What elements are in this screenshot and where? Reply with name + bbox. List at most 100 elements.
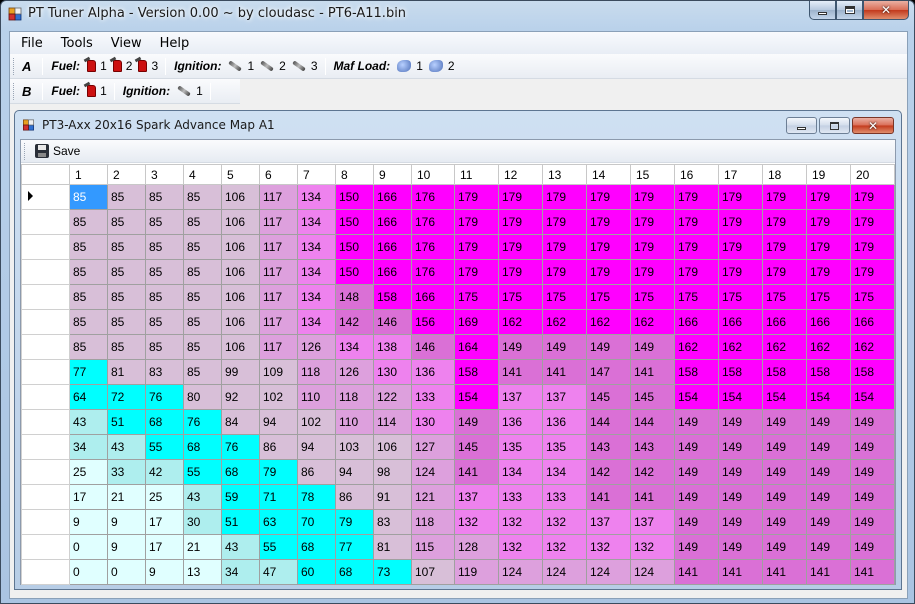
grid-cell[interactable]: 71 xyxy=(259,484,298,510)
grid-cell[interactable]: 179 xyxy=(454,184,499,210)
grid-cell[interactable]: 99 xyxy=(221,359,260,385)
grid-cell[interactable]: 179 xyxy=(674,234,719,260)
grid-cell[interactable]: 79 xyxy=(335,509,374,535)
grid-cell[interactable]: 91 xyxy=(373,484,412,510)
grid-cell[interactable]: 103 xyxy=(335,434,374,460)
column-header[interactable]: 18 xyxy=(762,164,807,185)
grid-cell[interactable]: 86 xyxy=(297,459,336,485)
grid-cell[interactable]: 78 xyxy=(297,484,336,510)
maf-a2-button[interactable]: 2 xyxy=(426,59,458,73)
grid-cell[interactable]: 158 xyxy=(454,359,499,385)
grid-cell[interactable]: 179 xyxy=(586,209,631,235)
row-header[interactable] xyxy=(21,259,70,285)
grid-cell[interactable]: 106 xyxy=(221,234,260,260)
grid-cell[interactable]: 42 xyxy=(145,459,184,485)
grid-cell[interactable]: 134 xyxy=(297,259,336,285)
toolbar-grip[interactable] xyxy=(13,82,16,100)
grid-cell[interactable]: 85 xyxy=(107,234,146,260)
grid-cell[interactable]: 149 xyxy=(762,534,807,560)
grid-cell[interactable]: 79 xyxy=(259,459,298,485)
grid-cell[interactable]: 145 xyxy=(454,434,499,460)
grid-cell[interactable]: 166 xyxy=(373,184,412,210)
grid-cell[interactable]: 107 xyxy=(411,559,455,585)
grid-cell[interactable]: 149 xyxy=(850,409,895,435)
grid-cell[interactable]: 149 xyxy=(674,409,719,435)
grid-cell[interactable]: 133 xyxy=(542,484,587,510)
column-header[interactable]: 10 xyxy=(411,164,455,185)
grid-cell[interactable]: 176 xyxy=(411,209,455,235)
ignition-b1-button[interactable]: 1 xyxy=(174,84,206,98)
grid-cell[interactable]: 127 xyxy=(411,434,455,460)
grid-cell[interactable]: 158 xyxy=(850,359,895,385)
grid-cell[interactable]: 137 xyxy=(542,384,587,410)
grid-cell[interactable]: 179 xyxy=(542,234,587,260)
grid-cell[interactable]: 149 xyxy=(850,459,895,485)
grid-cell[interactable]: 149 xyxy=(850,509,895,535)
grid-cell[interactable]: 83 xyxy=(373,509,412,535)
grid-cell[interactable]: 34 xyxy=(69,434,108,460)
column-header[interactable]: 9 xyxy=(373,164,412,185)
grid-cell[interactable]: 149 xyxy=(718,484,763,510)
grid-cell[interactable]: 175 xyxy=(498,284,543,310)
grid-cell[interactable]: 77 xyxy=(335,534,374,560)
column-header[interactable]: 17 xyxy=(718,164,763,185)
grid-cell[interactable]: 94 xyxy=(259,409,298,435)
grid-cell[interactable]: 21 xyxy=(107,484,146,510)
grid-cell[interactable]: 179 xyxy=(498,234,543,260)
grid-cell[interactable]: 179 xyxy=(806,234,851,260)
column-header[interactable]: 20 xyxy=(850,164,895,185)
menu-help[interactable]: Help xyxy=(153,34,197,53)
grid-cell[interactable]: 115 xyxy=(411,534,455,560)
grid-cell[interactable]: 179 xyxy=(586,259,631,285)
grid-cell[interactable]: 85 xyxy=(145,234,184,260)
grid-cell[interactable]: 117 xyxy=(259,184,298,210)
grid-cell[interactable]: 25 xyxy=(145,484,184,510)
column-header[interactable]: 12 xyxy=(498,164,543,185)
grid-cell[interactable]: 134 xyxy=(297,184,336,210)
grid-cell[interactable]: 141 xyxy=(674,559,719,585)
grid-cell[interactable]: 106 xyxy=(373,434,412,460)
grid-cell[interactable]: 106 xyxy=(221,309,260,335)
grid-cell[interactable]: 158 xyxy=(718,359,763,385)
grid-cell[interactable]: 132 xyxy=(630,534,675,560)
grid-cell[interactable]: 166 xyxy=(674,309,719,335)
row-header[interactable] xyxy=(21,184,70,210)
grid-cell[interactable]: 154 xyxy=(674,384,719,410)
grid-cell[interactable]: 162 xyxy=(586,309,631,335)
grid-cell[interactable]: 126 xyxy=(297,334,336,360)
toolbar-grip[interactable] xyxy=(24,142,27,160)
grid-cell[interactable]: 132 xyxy=(454,509,499,535)
toolbar-grip[interactable] xyxy=(13,57,16,75)
grid-cell[interactable]: 134 xyxy=(297,309,336,335)
grid-cell[interactable]: 179 xyxy=(806,259,851,285)
grid-cell[interactable]: 150 xyxy=(335,234,374,260)
grid-cell[interactable]: 85 xyxy=(145,334,184,360)
grid-cell[interactable]: 179 xyxy=(630,209,675,235)
grid-cell[interactable]: 85 xyxy=(69,284,108,310)
grid-cell[interactable]: 81 xyxy=(373,534,412,560)
grid-cell[interactable]: 121 xyxy=(411,484,455,510)
grid-cell[interactable]: 179 xyxy=(542,259,587,285)
grid-cell[interactable]: 85 xyxy=(107,209,146,235)
grid-cell[interactable]: 132 xyxy=(542,509,587,535)
grid-cell[interactable]: 175 xyxy=(674,284,719,310)
grid-cell[interactable]: 149 xyxy=(674,484,719,510)
grid-cell[interactable]: 85 xyxy=(107,284,146,310)
grid-cell[interactable]: 134 xyxy=(297,234,336,260)
grid-cell[interactable]: 179 xyxy=(850,234,895,260)
grid-cell[interactable]: 149 xyxy=(762,459,807,485)
grid-cell[interactable]: 85 xyxy=(107,184,146,210)
grid-cell[interactable]: 166 xyxy=(850,309,895,335)
grid-cell[interactable]: 158 xyxy=(373,284,412,310)
grid-cell[interactable]: 169 xyxy=(454,309,499,335)
grid-cell[interactable]: 179 xyxy=(718,209,763,235)
grid-cell[interactable]: 117 xyxy=(259,309,298,335)
menu-tools[interactable]: Tools xyxy=(54,34,100,53)
grid-cell[interactable]: 85 xyxy=(145,259,184,285)
child-minimize-button[interactable] xyxy=(786,117,817,134)
grid-cell[interactable]: 110 xyxy=(297,384,336,410)
grid-cell[interactable]: 17 xyxy=(145,509,184,535)
grid-cell[interactable]: 21 xyxy=(183,534,222,560)
row-header[interactable] xyxy=(21,409,70,435)
grid-cell[interactable]: 85 xyxy=(145,184,184,210)
